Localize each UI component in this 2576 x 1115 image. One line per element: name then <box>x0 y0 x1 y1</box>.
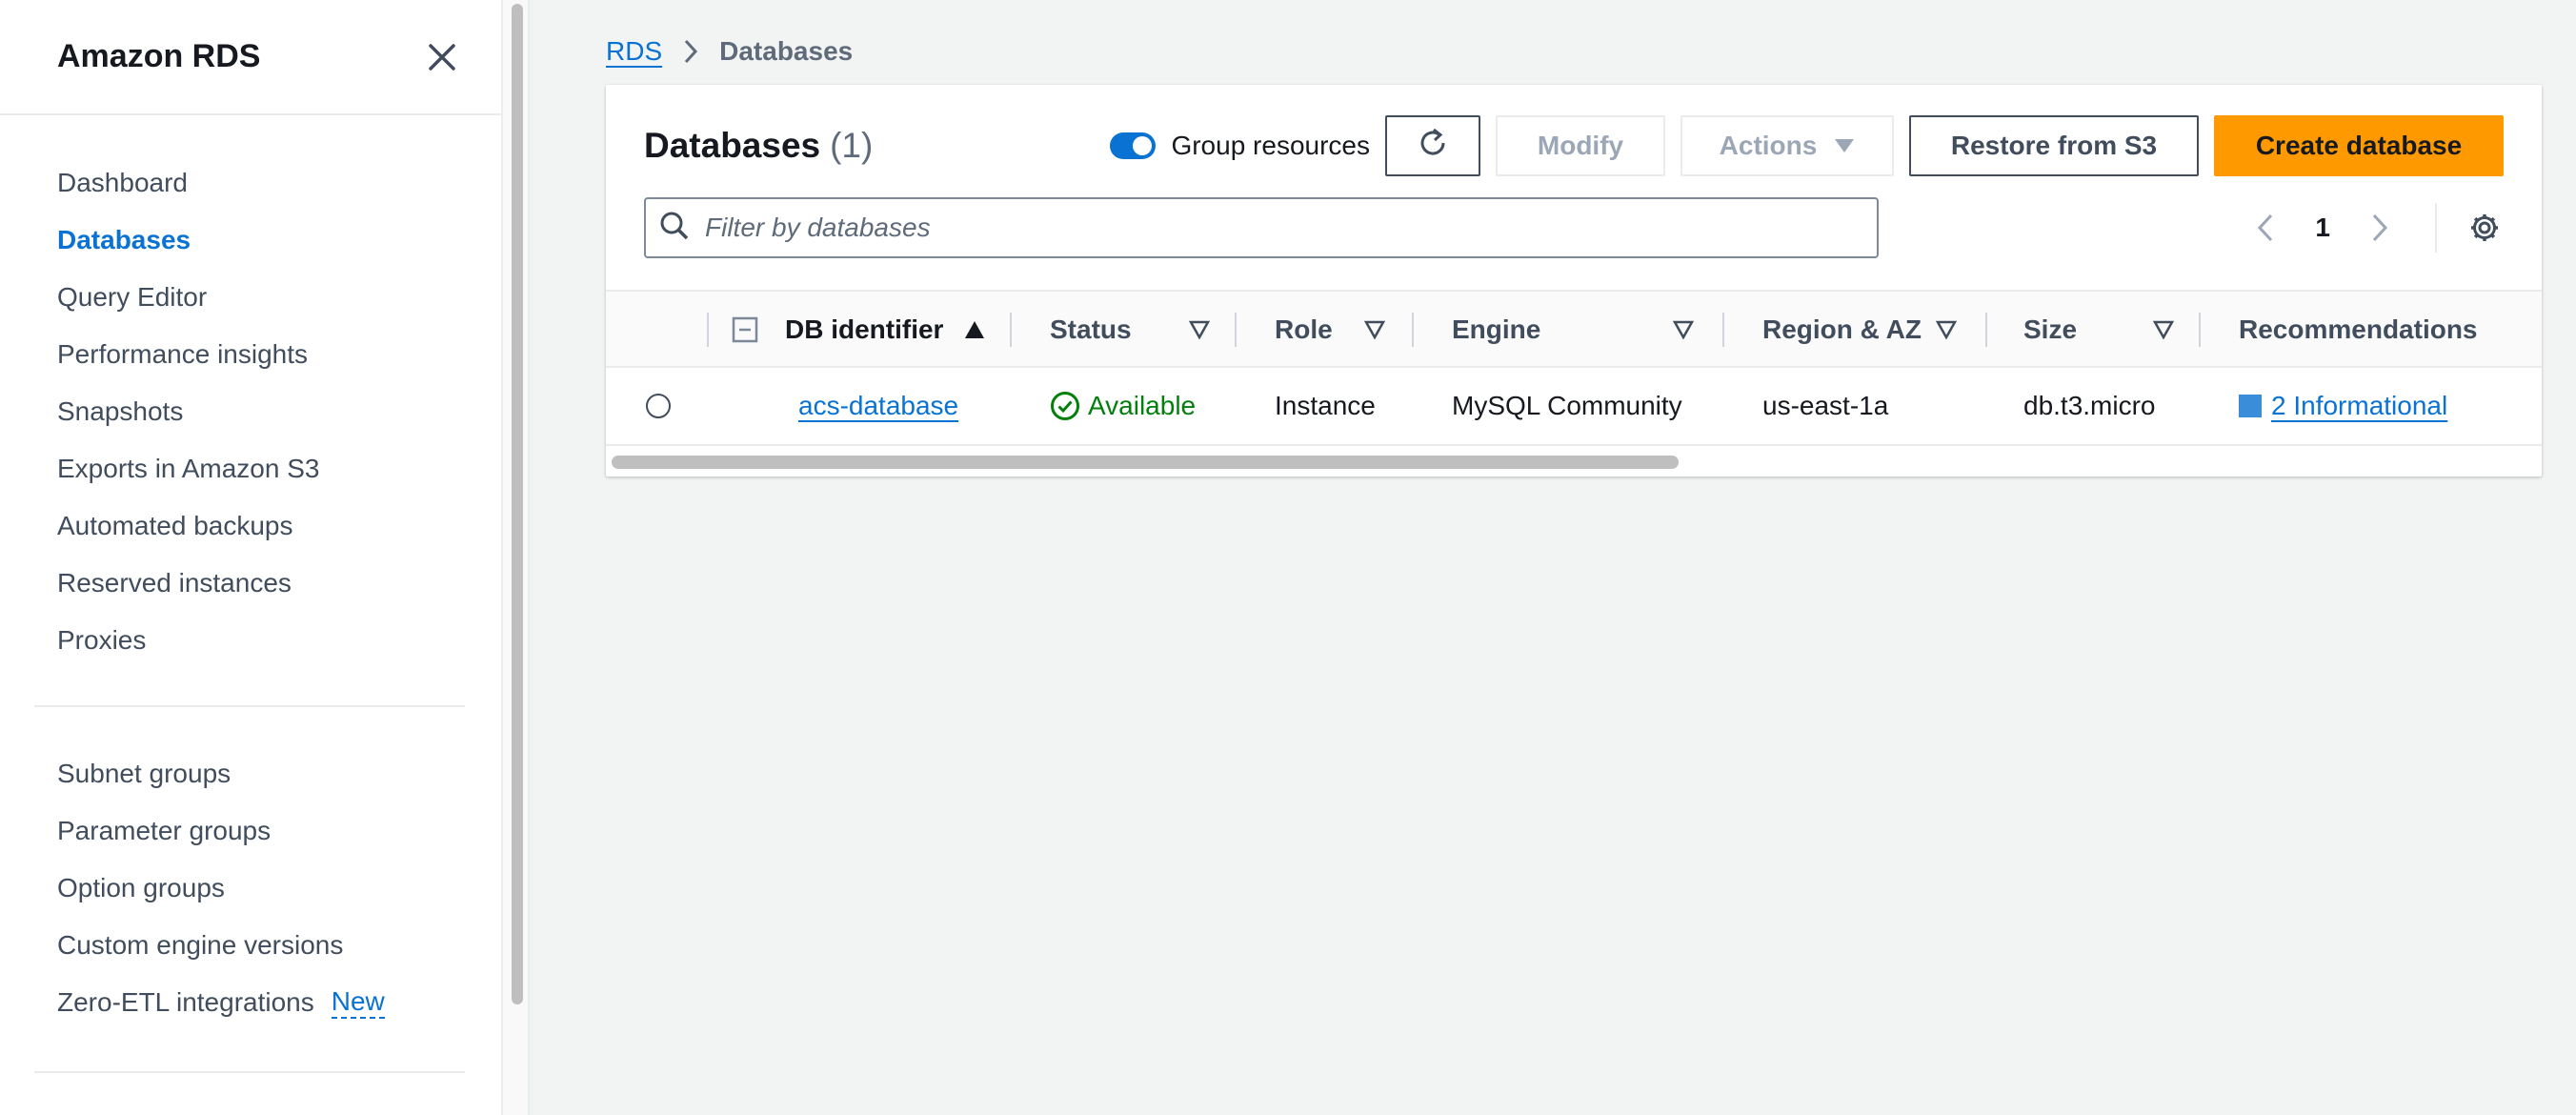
chevron-left-icon[interactable] <box>2246 209 2284 247</box>
column-divider <box>1722 313 1724 347</box>
sidebar-item-dashboard[interactable]: Dashboard <box>57 154 501 212</box>
caret-down-icon <box>1834 138 1855 153</box>
sidebar-title[interactable]: Amazon RDS <box>57 38 260 75</box>
resource-count: (1) <box>830 126 874 165</box>
recommendations-link[interactable]: 2 Informational <box>2271 391 2447 421</box>
column-header-size[interactable]: Size <box>2023 292 2077 368</box>
group-resources-label[interactable]: Group resources <box>1171 131 1370 161</box>
sidebar-item-reserved-instances[interactable]: Reserved instances <box>57 555 501 612</box>
column-header-db-identifier[interactable]: DB identifier <box>785 292 943 368</box>
info-square-icon <box>2239 395 2262 417</box>
sort-icon[interactable] <box>1935 320 1958 344</box>
close-icon[interactable] <box>423 38 461 76</box>
size-cell: db.t3.micro <box>2023 391 2156 420</box>
column-header-recommendations[interactable]: Recommendations <box>2239 292 2478 368</box>
header-actions: Group resources Modify Actions Restore f… <box>1110 115 2504 176</box>
role-cell: Instance <box>1275 391 1376 420</box>
filter-row: 1 <box>644 197 2504 258</box>
sort-icon[interactable] <box>1188 320 1211 344</box>
sidebar-item-custom-engine-versions[interactable]: Custom engine versions <box>57 917 501 974</box>
status-cell: Available <box>1050 368 1196 444</box>
sidebar-divider <box>34 1071 465 1073</box>
sidebar-nav-main: Dashboard Databases Query Editor Perform… <box>0 154 501 669</box>
sidebar-item-zero-etl[interactable]: Zero-ETL integrations New <box>57 974 501 1031</box>
restore-from-s3-button[interactable]: Restore from S3 <box>1909 115 2199 176</box>
sidebar-item-proxies[interactable]: Proxies <box>57 612 501 669</box>
sidebar-item-parameter-groups[interactable]: Parameter groups <box>57 802 501 860</box>
sidebar-item-exports-s3[interactable]: Exports in Amazon S3 <box>57 440 501 497</box>
title-text: Databases <box>644 126 821 165</box>
sidebar-item-snapshots[interactable]: Snapshots <box>57 383 501 440</box>
column-divider <box>707 313 709 347</box>
db-identifier-link[interactable]: acs-database <box>798 368 958 444</box>
current-page[interactable]: 1 <box>2315 213 2330 243</box>
sidebar-header: Amazon RDS <box>0 0 501 115</box>
column-header-region[interactable]: Region & AZ <box>1762 292 1922 368</box>
pager-divider <box>2435 203 2437 253</box>
toggle-knob <box>1133 136 1153 155</box>
table-header-row: DB identifier Status Role Engine Region … <box>606 290 2542 368</box>
engine-cell: MySQL Community <box>1452 391 1682 420</box>
new-badge[interactable]: New <box>331 986 385 1020</box>
sidebar-item-query-editor[interactable]: Query Editor <box>57 269 501 326</box>
sidebar-scrollbar[interactable] <box>501 0 530 1115</box>
column-divider <box>1985 313 1987 347</box>
check-circle-icon <box>1050 391 1080 421</box>
chevron-right-icon[interactable] <box>2361 209 2399 247</box>
databases-table-container: Databases (1) Group resources Modify Acti… <box>606 85 2542 476</box>
sort-icon[interactable] <box>2152 320 2175 344</box>
sidebar-item-label: Zero-ETL integrations <box>57 987 314 1017</box>
sort-icon[interactable] <box>1672 320 1695 344</box>
scrollbar-thumb[interactable] <box>512 4 523 1004</box>
side-navigation: Amazon RDS Dashboard Databases Query Edi… <box>0 0 501 1115</box>
column-divider <box>1010 313 1012 347</box>
region-cell: us-east-1a <box>1762 391 1889 420</box>
page-title: Databases (1) <box>644 126 873 166</box>
column-divider <box>2199 313 2201 347</box>
sort-icon[interactable] <box>1363 320 1386 344</box>
radio-button[interactable] <box>646 394 671 418</box>
breadcrumb-current: Databases <box>719 36 854 66</box>
breadcrumb: RDS Databases <box>606 36 853 67</box>
sidebar-item-databases[interactable]: Databases <box>57 212 501 269</box>
row-select-radio[interactable] <box>646 368 671 444</box>
gear-icon[interactable] <box>2465 209 2504 247</box>
status-text: Available <box>1088 391 1197 420</box>
column-divider <box>1235 313 1237 347</box>
sidebar-item-automated-backups[interactable]: Automated backups <box>57 497 501 555</box>
group-resources-toggle[interactable] <box>1110 132 1157 159</box>
sidebar-item-subnet-groups[interactable]: Subnet groups <box>57 745 501 802</box>
horizontal-scrollbar-thumb[interactable] <box>612 456 1679 469</box>
column-header-role[interactable]: Role <box>1275 292 1333 368</box>
sidebar-divider <box>34 705 465 707</box>
chevron-right-icon <box>683 39 698 64</box>
filter-box[interactable] <box>644 197 1879 258</box>
refresh-button[interactable] <box>1385 115 1480 176</box>
column-divider <box>1412 313 1414 347</box>
create-database-button[interactable]: Create database <box>2214 115 2504 176</box>
table-header: Databases (1) Group resources Modify Acti… <box>644 115 2504 176</box>
breadcrumb-rds-link[interactable]: RDS <box>606 36 662 67</box>
sidebar-item-performance-insights[interactable]: Performance insights <box>57 326 501 383</box>
actions-dropdown[interactable]: Actions <box>1680 115 1894 176</box>
recommendations-cell: 2 Informational <box>2239 368 2447 444</box>
select-all-checkbox[interactable] <box>732 292 758 368</box>
column-header-engine[interactable]: Engine <box>1452 292 1540 368</box>
pagination: 1 <box>2246 203 2504 253</box>
sidebar-item-option-groups[interactable]: Option groups <box>57 860 501 917</box>
table-row[interactable]: acs-database Available Instance MySQL Co… <box>606 368 2542 446</box>
actions-label: Actions <box>1719 131 1818 160</box>
sidebar-nav-secondary: Subnet groups Parameter groups Option gr… <box>0 745 501 1031</box>
sort-ascending-icon[interactable] <box>964 320 985 344</box>
column-header-status[interactable]: Status <box>1050 292 1132 368</box>
modify-button[interactable]: Modify <box>1496 115 1665 176</box>
search-icon <box>659 211 690 246</box>
refresh-icon <box>1417 127 1449 166</box>
filter-input[interactable] <box>705 213 1848 243</box>
